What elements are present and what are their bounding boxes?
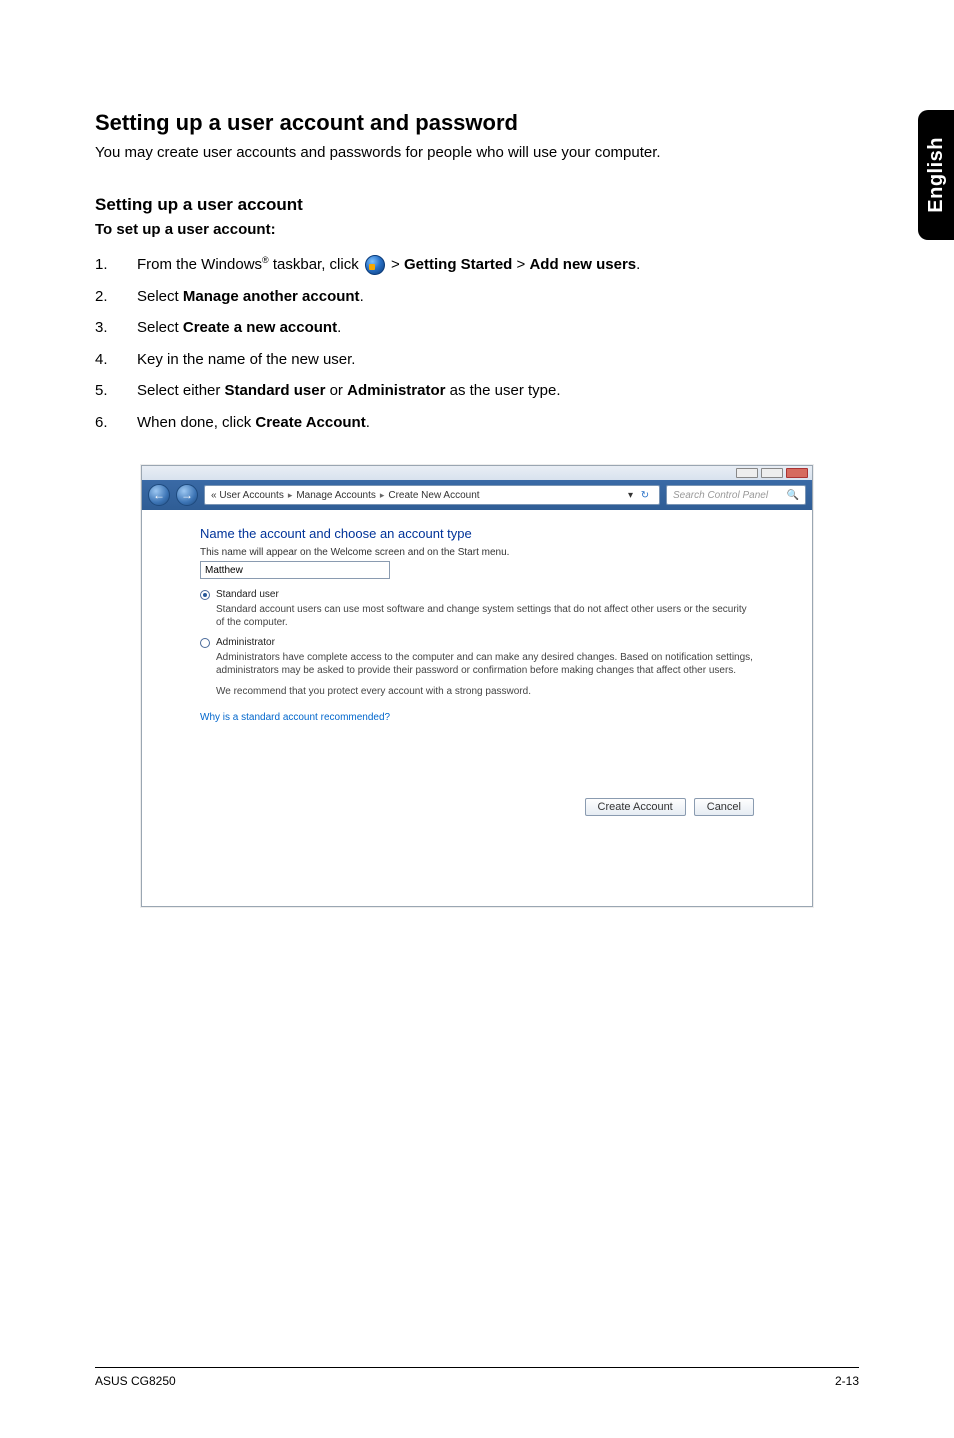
footer-right: 2-13 [835, 1374, 859, 1388]
cancel-button[interactable]: Cancel [694, 798, 754, 816]
radio-admin-label: Administrator [216, 637, 275, 648]
back-button[interactable]: ← [148, 484, 170, 506]
step-3-text-a: Select [137, 319, 183, 336]
step-4: Key in the name of the new user. [95, 347, 859, 373]
step-5-bold-1: Standard user [225, 382, 326, 399]
radio-standard-user[interactable]: Standard user [200, 589, 754, 600]
step-3: Select Create a new account. [95, 315, 859, 341]
step-5: Select either Standard user or Administr… [95, 378, 859, 404]
radio-administrator[interactable]: Administrator [200, 637, 754, 648]
registered-mark: ® [262, 255, 269, 265]
language-tab: English [918, 110, 954, 240]
why-standard-link[interactable]: Why is a standard account recommended? [200, 712, 390, 723]
breadcrumb-sep-1: ▸ [288, 490, 293, 501]
step-1: From the Windows® taskbar, click > Getti… [95, 252, 859, 278]
step-2: Select Manage another account. [95, 284, 859, 310]
search-icon: 🔍 [787, 490, 799, 501]
search-placeholder: Search Control Panel [673, 490, 768, 501]
create-account-button[interactable]: Create Account [585, 798, 686, 816]
forward-button[interactable]: → [176, 484, 198, 506]
window-titlebar [142, 466, 812, 480]
window-nav-bar: ← → « User Accounts ▸ Manage Accounts ▸ … [142, 480, 812, 510]
step-2-bold: Manage another account [183, 288, 360, 305]
step-1-sep-2: > [512, 256, 529, 273]
breadcrumb-seg-1: « User Accounts [211, 490, 284, 501]
step-5-text-a: Select either [137, 382, 225, 399]
radio-standard-desc: Standard account users can use most soft… [216, 603, 754, 629]
breadcrumb-seg-2: Manage Accounts [296, 490, 376, 501]
page-title: Setting up a user account and password [95, 110, 859, 136]
close-button[interactable] [786, 468, 808, 478]
step-5-text-b: or [325, 382, 347, 399]
section-heading: Setting up a user account [95, 195, 859, 215]
breadcrumb-dropdown-icon[interactable]: ▾ [628, 490, 633, 501]
steps-list: From the Windows® taskbar, click > Getti… [95, 252, 859, 435]
step-1-text-end: . [636, 256, 640, 273]
create-account-window: ← → « User Accounts ▸ Manage Accounts ▸ … [141, 465, 813, 907]
footer-left: ASUS CG8250 [95, 1374, 176, 1388]
dialog-heading: Name the account and choose an account t… [200, 526, 754, 541]
step-2-text-b: . [360, 288, 364, 305]
refresh-icon[interactable]: ↻ [637, 490, 653, 501]
step-6: When done, click Create Account. [95, 410, 859, 436]
page-footer: ASUS CG8250 2-13 [95, 1367, 859, 1388]
step-1-text-b: taskbar, click [269, 256, 363, 273]
radio-admin-desc-1: Administrators have complete access to t… [216, 651, 754, 677]
radio-icon-unchecked [200, 638, 210, 648]
maximize-button[interactable] [761, 468, 783, 478]
radio-admin-desc-2: We recommend that you protect every acco… [216, 685, 754, 698]
intro-text: You may create user accounts and passwor… [95, 144, 859, 161]
step-6-text-b: . [366, 414, 370, 431]
breadcrumb-sep-2: ▸ [380, 490, 385, 501]
search-input[interactable]: Search Control Panel 🔍 [666, 485, 806, 505]
minimize-button[interactable] [736, 468, 758, 478]
dialog-subtext: This name will appear on the Welcome scr… [200, 547, 754, 558]
step-6-bold: Create Account [255, 414, 365, 431]
window-action-bar: Create Account Cancel [142, 790, 812, 906]
breadcrumb[interactable]: « User Accounts ▸ Manage Accounts ▸ Crea… [204, 485, 660, 505]
step-3-text-b: . [337, 319, 341, 336]
radio-standard-label: Standard user [216, 589, 279, 600]
step-1-sep-1: > [387, 256, 404, 273]
radio-icon-checked [200, 590, 210, 600]
step-6-text-a: When done, click [137, 414, 255, 431]
step-1-text-a: From the Windows [137, 256, 262, 273]
step-5-text-c: as the user type. [445, 382, 560, 399]
language-label: English [925, 137, 948, 213]
section-lead: To set up a user account: [95, 221, 859, 238]
breadcrumb-seg-3: Create New Account [388, 490, 479, 501]
window-body: Name the account and choose an account t… [142, 510, 812, 790]
account-name-field[interactable]: Matthew [200, 561, 390, 579]
step-1-bold-1: Getting Started [404, 256, 512, 273]
step-2-text-a: Select [137, 288, 183, 305]
start-menu-icon [365, 255, 385, 275]
step-1-bold-2: Add new users [529, 256, 636, 273]
step-5-bold-2: Administrator [347, 382, 445, 399]
step-3-bold: Create a new account [183, 319, 337, 336]
